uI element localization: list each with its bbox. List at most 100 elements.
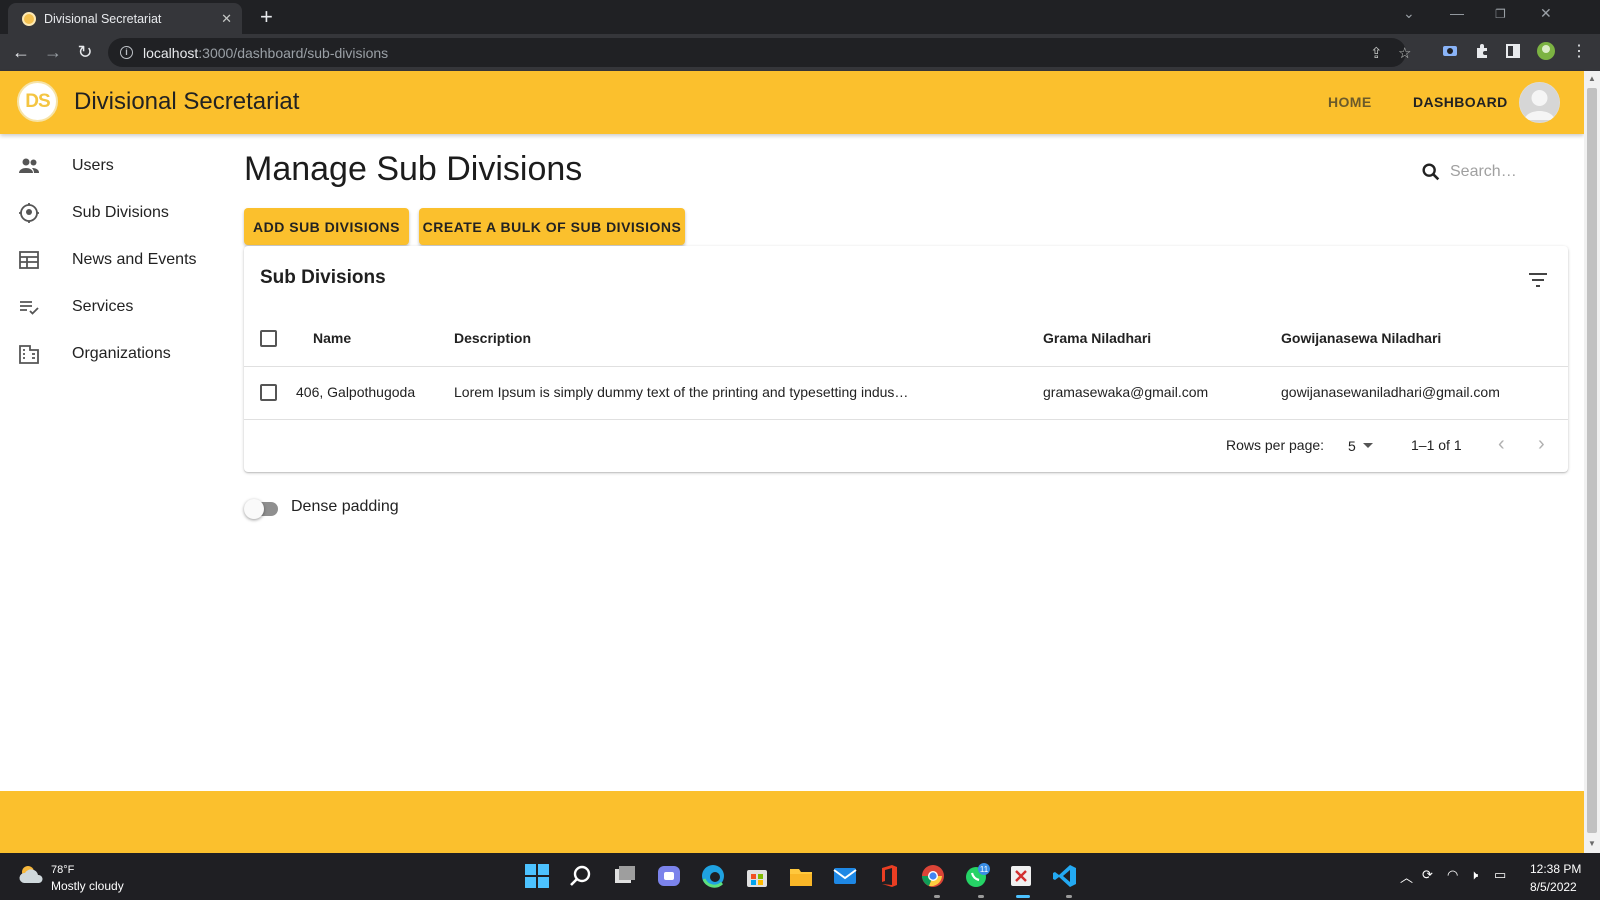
screen-capture-extension-icon[interactable]	[1442, 43, 1458, 59]
bookmark-star-icon[interactable]: ☆	[1398, 44, 1411, 62]
edge-browser-icon[interactable]	[700, 863, 726, 889]
rows-per-page-label: Rows per page:	[1226, 437, 1325, 453]
app-logo[interactable]: DS	[17, 81, 58, 122]
dense-padding-label: Dense padding	[291, 498, 399, 515]
window-close-icon[interactable]: ✕	[1540, 5, 1552, 22]
favicon-icon	[22, 11, 36, 26]
site-info-icon[interactable]: i	[120, 46, 133, 59]
battery-icon[interactable]: ▭	[1494, 867, 1506, 883]
vscode-running-indicator	[1066, 895, 1072, 898]
row-checkbox[interactable]	[260, 384, 277, 401]
sidebar-item-label: Organizations	[72, 345, 171, 362]
column-header-description[interactable]: Description	[454, 330, 531, 346]
dropdown-arrow-icon	[1362, 443, 1373, 448]
chrome-running-indicator	[934, 895, 940, 898]
microsoft-store-icon[interactable]	[744, 863, 770, 889]
create-bulk-sub-divisions-button[interactable]: CREATE A BULK OF SUB DIVISIONS	[419, 208, 685, 245]
weather-cloudy-icon[interactable]	[18, 863, 46, 887]
sidebar-item-services[interactable]: Services	[0, 284, 228, 330]
browser-menu-icon[interactable]: ⋮	[1568, 41, 1590, 63]
column-header-grama-niladhari[interactable]: Grama Niladhari	[1043, 330, 1151, 346]
whatsapp-icon[interactable]: 11	[964, 863, 990, 889]
new-tab-icon[interactable]: +	[260, 4, 273, 30]
select-all-checkbox[interactable]	[260, 330, 277, 347]
sidebar-item-organizations[interactable]: Organizations	[0, 331, 228, 377]
sidebar-item-news-and-events[interactable]: News and Events	[0, 237, 228, 283]
scroll-up-icon[interactable]: ▲	[1588, 74, 1596, 83]
clock-date[interactable]: 8/5/2022	[1530, 880, 1577, 894]
office-icon[interactable]	[876, 863, 902, 889]
user-avatar[interactable]	[1519, 82, 1560, 123]
app-header: DS Divisional Secretariat HOME DASHBOARD	[0, 71, 1584, 134]
address-bar[interactable]: i localhost:3000/dashboard/sub-divisions…	[108, 38, 1411, 67]
wifi-icon[interactable]: ◠	[1447, 867, 1458, 883]
chrome-icon[interactable]	[920, 863, 946, 889]
sidebar-item-users[interactable]: Users	[0, 143, 228, 189]
weather-description[interactable]: Mostly cloudy	[51, 879, 124, 893]
minimize-icon[interactable]: —	[1450, 5, 1464, 21]
browser-toolbar: ← → ↻ i localhost:3000/dashboard/sub-div…	[0, 34, 1600, 71]
dense-padding-toggle[interactable]	[244, 498, 280, 519]
checklist-icon	[20, 301, 39, 315]
search-icon	[1422, 163, 1440, 181]
reload-icon[interactable]: ↻	[74, 41, 96, 63]
rows-per-page-value: 5	[1348, 438, 1356, 454]
file-explorer-icon[interactable]	[788, 863, 814, 889]
sidebar-item-label: Sub Divisions	[72, 204, 169, 221]
column-header-gowijanasewa-niladhari[interactable]: Gowijanasewa Niladhari	[1281, 330, 1441, 346]
add-sub-divisions-button[interactable]: ADD SUB DIVISIONS	[244, 208, 409, 245]
page-scrollbar[interactable]: ▲ ▼	[1584, 71, 1600, 853]
taskbar-search-icon[interactable]	[568, 863, 594, 889]
next-page-icon[interactable]: ›	[1538, 433, 1545, 456]
column-header-name[interactable]: Name	[313, 330, 351, 346]
tab-title: Divisional Secretariat	[44, 11, 162, 26]
profile-avatar-icon[interactable]	[1536, 41, 1556, 61]
extensions-puzzle-icon[interactable]	[1474, 43, 1490, 59]
task-view-icon[interactable]	[612, 863, 638, 889]
tab-search-icon[interactable]: ⌄	[1403, 5, 1415, 22]
teams-chat-icon[interactable]	[656, 863, 682, 889]
volume-muted-icon[interactable]: 🕨	[1470, 867, 1478, 883]
url-host: localhost	[143, 44, 199, 61]
scrollbar-thumb[interactable]	[1587, 88, 1597, 833]
nav-dashboard-link[interactable]: DASHBOARD	[1413, 94, 1508, 110]
previous-page-icon[interactable]: ‹	[1498, 433, 1505, 456]
app-footer	[0, 791, 1584, 853]
filter-list-icon[interactable]	[1526, 268, 1550, 292]
mail-icon[interactable]	[832, 863, 858, 889]
cell-description: Lorem Ipsum is simply dummy text of the …	[454, 384, 909, 400]
nav-home-link[interactable]: HOME	[1328, 94, 1372, 110]
whatsapp-running-indicator	[978, 895, 984, 898]
vscode-icon[interactable]	[1052, 863, 1078, 889]
whatsapp-badge: 11	[980, 865, 989, 874]
people-icon	[19, 158, 39, 173]
sidebar-item-label: Services	[72, 298, 134, 315]
show-hidden-icons-icon[interactable]: ︿	[1400, 867, 1413, 886]
calendar-icon	[19, 251, 39, 269]
sidebar-item-label: News and Events	[72, 251, 197, 268]
search-input[interactable]	[1450, 158, 1560, 186]
windows-start-icon[interactable]	[524, 863, 550, 889]
rows-per-page-select[interactable]: 5	[1348, 436, 1378, 456]
restore-icon[interactable]: ❐	[1495, 7, 1506, 21]
scroll-down-icon[interactable]: ▼	[1588, 839, 1596, 848]
location-icon	[19, 203, 39, 223]
browser-tab-strip: Divisional Secretariat ✕ + ⌄ — ❐ ✕	[0, 0, 1600, 34]
forward-icon[interactable]: →	[42, 41, 64, 63]
cell-gowijanasewa-niladhari: gowijanasewaniladhari@gmail.com	[1281, 384, 1500, 400]
sync-icon[interactable]: ⟳	[1422, 867, 1433, 883]
url-path: :3000/dashboard/sub-divisions	[198, 44, 389, 61]
building-icon	[19, 345, 39, 364]
side-panel-icon[interactable]	[1505, 43, 1521, 59]
app-title[interactable]: Divisional Secretariat	[74, 88, 299, 116]
back-icon[interactable]: ←	[10, 41, 32, 63]
share-icon[interactable]: ⇪	[1370, 44, 1383, 62]
browser-tab[interactable]: Divisional Secretariat ✕	[8, 3, 242, 34]
clock-time[interactable]: 12:38 PM	[1530, 862, 1581, 876]
weather-temperature[interactable]: 78°F	[51, 864, 74, 876]
cell-name: 406, Galpothugoda	[296, 384, 416, 400]
page-range: 1–1 of 1	[1411, 437, 1462, 453]
snipping-tool-icon[interactable]	[1008, 863, 1034, 889]
sidebar-item-sub-divisions[interactable]: Sub Divisions	[0, 190, 228, 236]
tab-close-icon[interactable]: ✕	[221, 11, 232, 27]
